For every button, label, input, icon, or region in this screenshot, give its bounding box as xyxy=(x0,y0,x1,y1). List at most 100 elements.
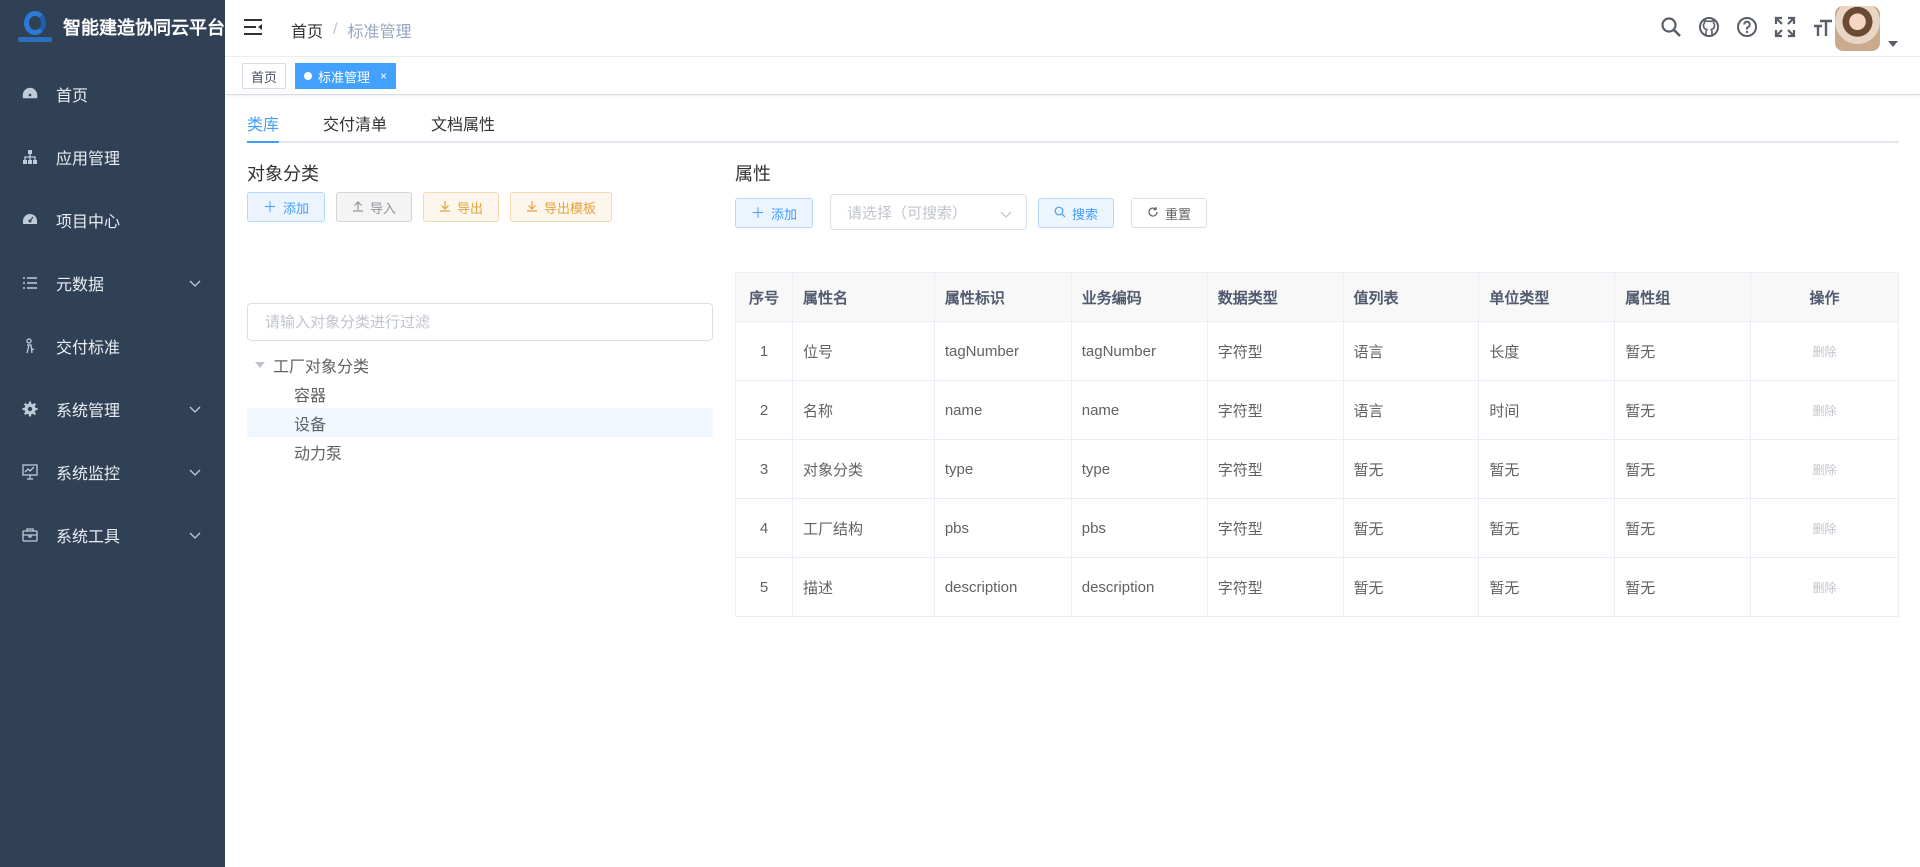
table-cell: 暂无 xyxy=(1478,557,1616,617)
table-cell: 暂无 xyxy=(1342,498,1480,558)
search-icon[interactable] xyxy=(1660,16,1682,38)
table-cell: 暂无 xyxy=(1614,498,1752,558)
fullscreen-icon[interactable] xyxy=(1774,16,1796,38)
chevron-down-icon xyxy=(1000,206,1012,223)
delete-button[interactable]: 删除 xyxy=(1813,404,1837,418)
table-cell: 4 xyxy=(735,498,793,558)
logo-area[interactable]: 智能建造协同云平台 xyxy=(0,0,225,54)
caret-down-icon[interactable] xyxy=(255,361,265,368)
sidebar-item-label: 系统监控 xyxy=(56,465,121,483)
column-header: 操作 xyxy=(1750,272,1899,322)
sidebar-item-system-tools[interactable]: 系统工具 xyxy=(0,503,225,566)
active-dot-icon xyxy=(304,72,312,80)
tree-icon xyxy=(22,149,38,165)
close-icon[interactable]: × xyxy=(380,69,387,83)
column-header: 值列表 xyxy=(1342,272,1480,322)
table-cell: 暂无 xyxy=(1478,439,1616,499)
tree-node-selected[interactable]: 设备 xyxy=(247,408,713,437)
sidebar-item-label: 系统工具 xyxy=(56,528,121,546)
tag-standard-management[interactable]: 标准管理 × xyxy=(295,63,397,89)
tab-delivery-list[interactable]: 交付清单 xyxy=(323,95,387,141)
add-attribute-button[interactable]: ＋ 添加 xyxy=(735,198,814,228)
question-icon[interactable] xyxy=(1736,16,1758,38)
table-cell: 删除 xyxy=(1750,321,1899,381)
tree-node-root[interactable]: 工厂对象分类 xyxy=(247,350,713,379)
dashboard-icon xyxy=(22,212,38,228)
table-row: 5 描述 description description 字符型 暂无 暂无 暂… xyxy=(735,557,1899,617)
chevron-down-icon xyxy=(189,275,201,293)
table-row: 1 位号 tagNumber tagNumber 字符型 语言 长度 暂无 删除 xyxy=(735,321,1899,381)
column-header: 单位类型 xyxy=(1478,272,1616,322)
category-tree: 工厂对象分类 容器 设备 动力泵 xyxy=(247,350,713,466)
sidebar-item-system-monitor[interactable]: 系统监控 xyxy=(0,440,225,503)
export-template-button[interactable]: 导出模板 xyxy=(510,192,613,222)
github-icon[interactable] xyxy=(1698,16,1720,38)
table-cell: 字符型 xyxy=(1206,321,1344,381)
table-cell: 对象分类 xyxy=(791,439,935,499)
hamburger-icon[interactable] xyxy=(243,17,263,42)
table-cell: name xyxy=(933,380,1072,440)
category-filter-input[interactable] xyxy=(247,303,713,341)
export-button[interactable]: 导出 xyxy=(423,192,500,222)
table-cell: 字符型 xyxy=(1206,498,1344,558)
table-cell: 暂无 xyxy=(1478,498,1616,558)
tree-node[interactable]: 动力泵 xyxy=(247,437,713,466)
app-title: 智能建造协同云平台 xyxy=(63,18,225,38)
caret-down-icon[interactable] xyxy=(1888,34,1898,52)
breadcrumb-home[interactable]: 首页 xyxy=(291,18,323,42)
attribute-select[interactable]: 请选择（可搜索） xyxy=(830,194,1027,230)
tag-label: 标准管理 xyxy=(318,69,371,85)
delete-button[interactable]: 删除 xyxy=(1813,345,1837,359)
search-icon xyxy=(1054,205,1066,221)
sidebar-item-delivery-standard[interactable]: 交付标准 xyxy=(0,314,225,377)
table-header-row: 序号 属性名 属性标识 业务编码 数据类型 值列表 单位类型 属性组 操作 xyxy=(735,272,1899,322)
tag-home[interactable]: 首页 xyxy=(242,63,287,89)
chevron-down-icon xyxy=(189,401,201,419)
table-cell: 暂无 xyxy=(1614,439,1752,499)
table-cell: 语言 xyxy=(1342,321,1480,381)
font-size-icon[interactable] xyxy=(1812,16,1834,38)
tab-class-library[interactable]: 类库 xyxy=(247,95,280,143)
table-cell: 长度 xyxy=(1478,321,1616,381)
plus-icon: ＋ xyxy=(751,205,765,221)
company-logo-icon xyxy=(18,7,52,47)
button-label: 搜索 xyxy=(1072,206,1099,222)
sidebar-menu: 首页 应用管理 项目中心 元数据 交付标准 系统管理 系统监控 系统工具 xyxy=(0,62,225,566)
table-cell: pbs xyxy=(1070,498,1208,558)
avatar[interactable] xyxy=(1835,6,1880,51)
table-cell: description xyxy=(933,557,1072,617)
tree-node-label: 设备 xyxy=(294,416,327,434)
sidebar-item-home[interactable]: 首页 xyxy=(0,62,225,125)
tree-node-label: 动力泵 xyxy=(294,445,343,463)
delete-button[interactable]: 删除 xyxy=(1813,463,1837,477)
import-button[interactable]: 导入 xyxy=(336,192,413,222)
table-cell: 暂无 xyxy=(1342,439,1480,499)
table-cell: type xyxy=(933,439,1072,499)
table-cell: 删除 xyxy=(1750,380,1899,440)
column-header: 数据类型 xyxy=(1206,272,1344,322)
sidebar-item-app-management[interactable]: 应用管理 xyxy=(0,125,225,188)
sidebar-item-system-management[interactable]: 系统管理 xyxy=(0,377,225,440)
breadcrumb-current: 标准管理 xyxy=(347,24,412,41)
sidebar-item-label: 项目中心 xyxy=(56,213,121,231)
table-cell: 删除 xyxy=(1750,557,1899,617)
tree-node[interactable]: 容器 xyxy=(247,379,713,408)
table-cell: pbs xyxy=(933,498,1072,558)
chevron-down-icon xyxy=(189,464,201,482)
add-category-button[interactable]: ＋ 添加 xyxy=(247,192,326,222)
upload-icon xyxy=(352,199,364,215)
sidebar-item-project-center[interactable]: 项目中心 xyxy=(0,188,225,251)
search-button[interactable]: 搜索 xyxy=(1038,198,1115,228)
table-cell: 工厂结构 xyxy=(791,498,935,558)
tab-document-attributes[interactable]: 文档属性 xyxy=(431,95,495,141)
reset-button[interactable]: 重置 xyxy=(1131,198,1208,228)
table-cell: tagNumber xyxy=(933,321,1072,381)
delete-button[interactable]: 删除 xyxy=(1813,522,1837,536)
refresh-icon xyxy=(1147,205,1159,221)
left-toolbar: ＋ 添加 导入 导出 导出模板 xyxy=(247,192,613,222)
table-row: 3 对象分类 type type 字符型 暂无 暂无 暂无 删除 xyxy=(735,439,1899,499)
delete-button[interactable]: 删除 xyxy=(1813,581,1837,595)
table-cell: 名称 xyxy=(791,380,935,440)
table-cell: 描述 xyxy=(791,557,935,617)
sidebar-item-metadata[interactable]: 元数据 xyxy=(0,251,225,314)
